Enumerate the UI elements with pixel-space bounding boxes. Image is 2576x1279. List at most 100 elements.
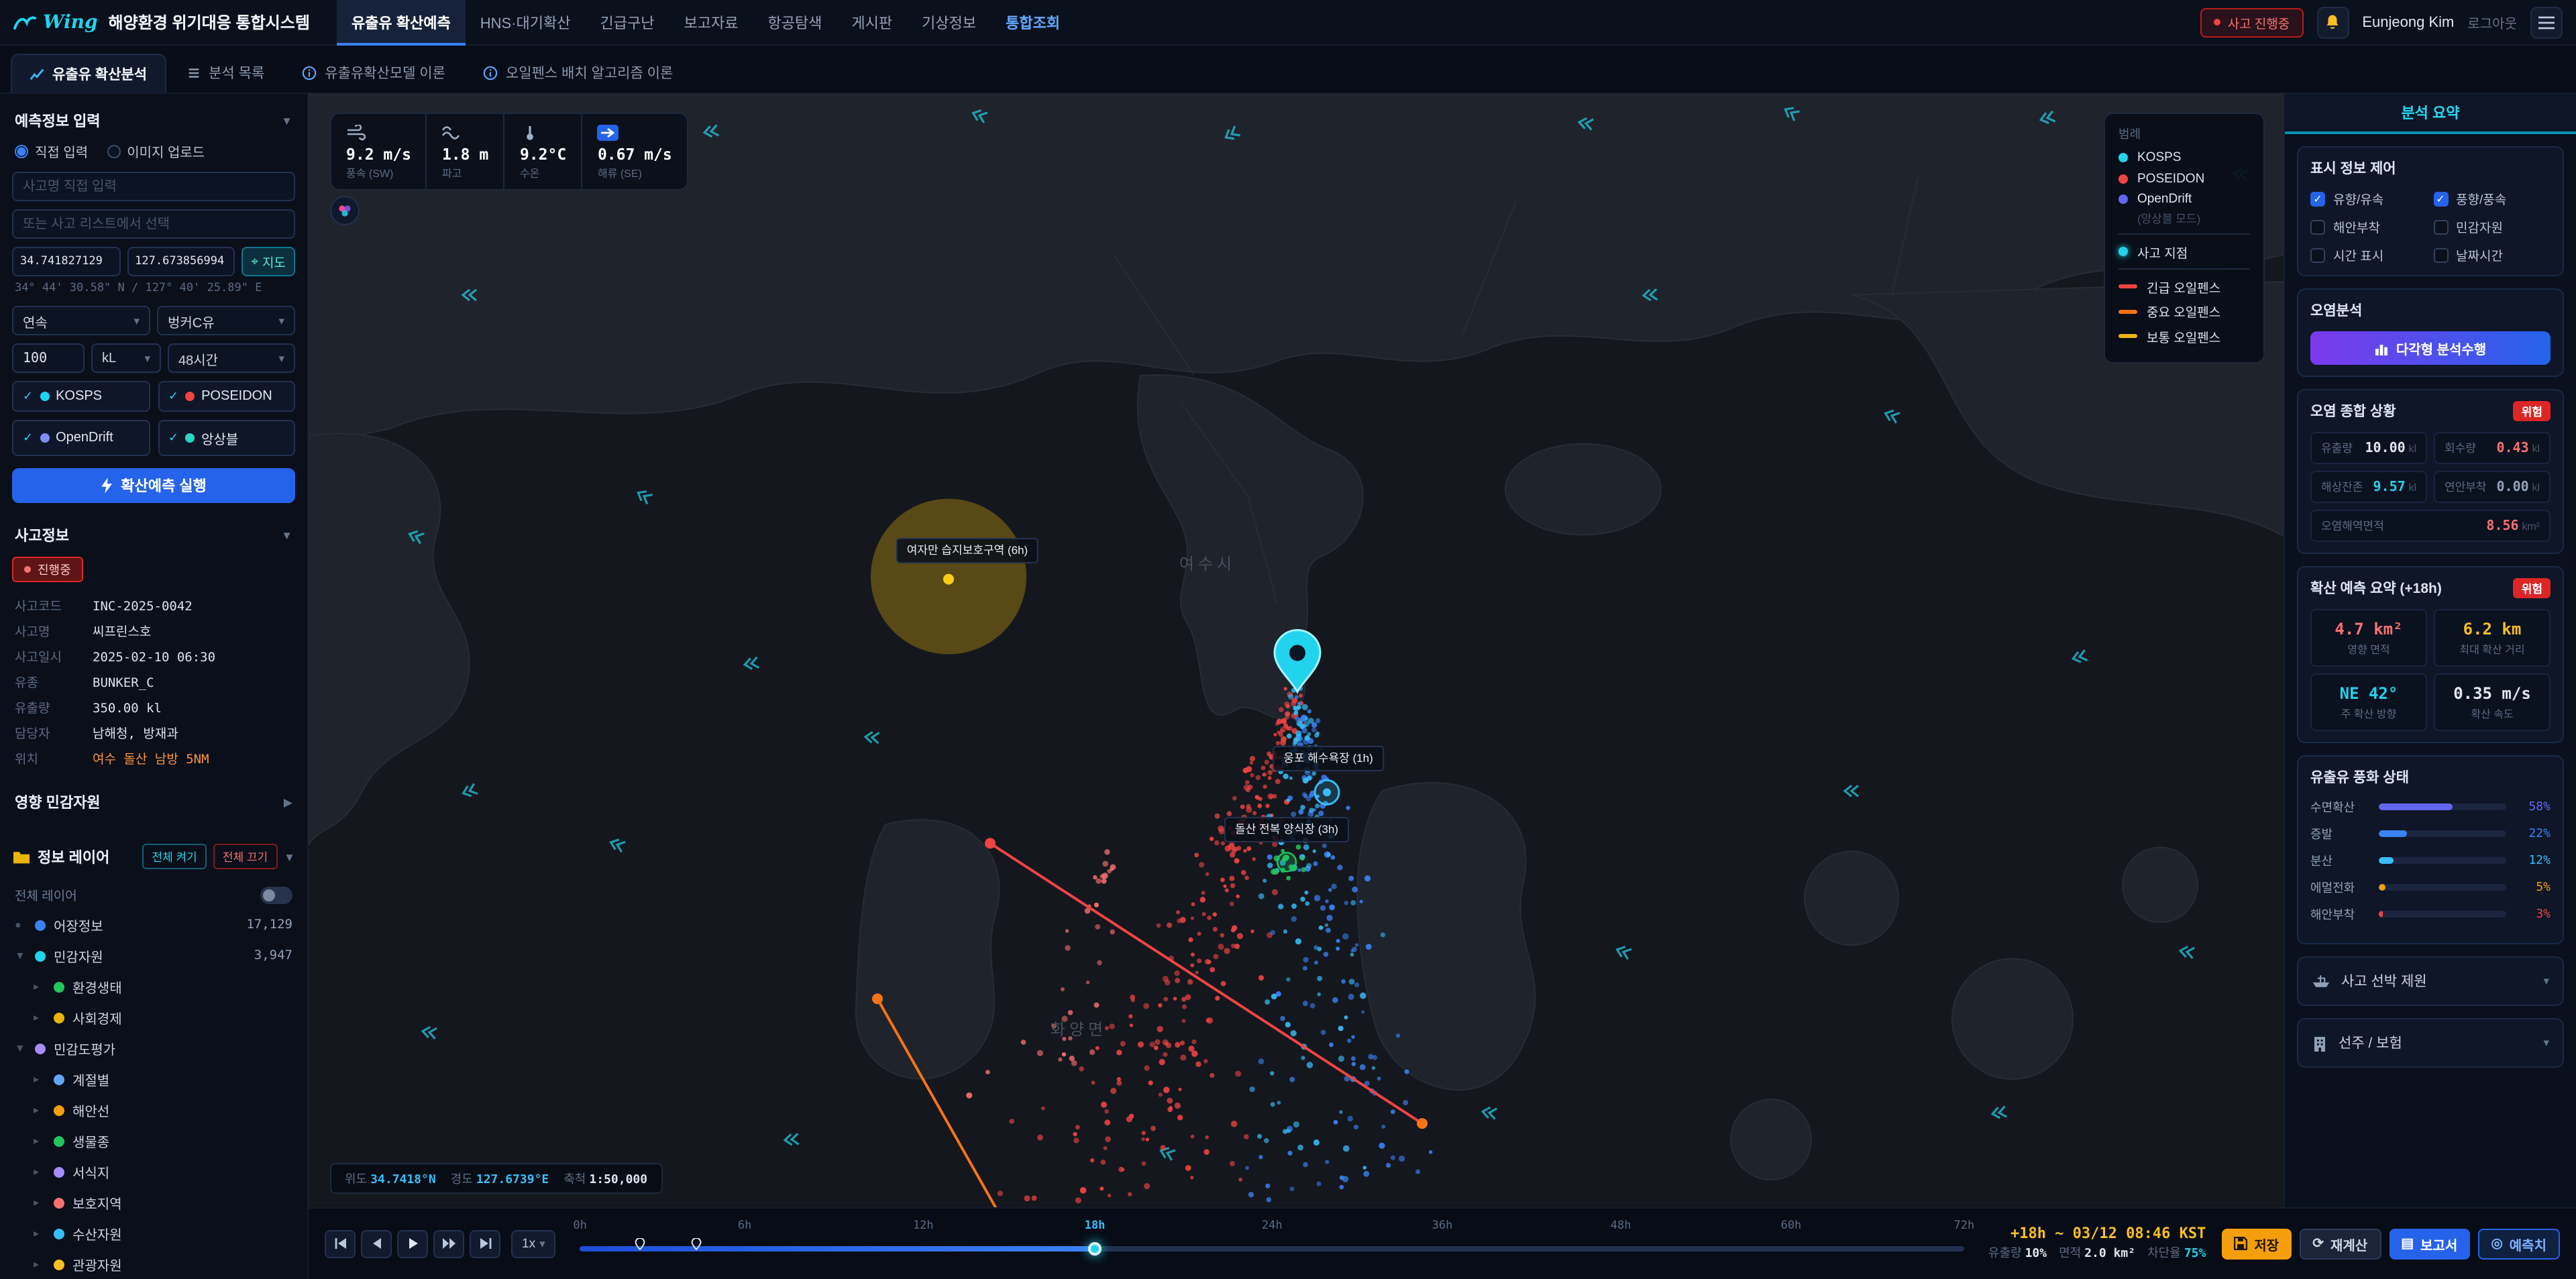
nav-item-2[interactable]: 긴급구난 — [586, 0, 669, 45]
timeline-tick-18h[interactable]: 18h — [1085, 1219, 1106, 1233]
chevron-right-icon: ▸ — [34, 1073, 46, 1085]
map-layers-button[interactable] — [330, 196, 360, 225]
latitude-input[interactable] — [12, 247, 120, 276]
owner-insurance-section[interactable]: 선주 / 보험 ▾ — [2297, 1018, 2564, 1068]
report-button[interactable]: ▤ 보고서 — [2389, 1228, 2469, 1259]
layers-all-on-button[interactable]: 전체 켜기 — [143, 844, 207, 869]
crosshair-icon: ⌖ — [251, 254, 258, 269]
layer-subitem-1-0[interactable]: ▸환경생태 — [12, 971, 295, 1002]
speed-button[interactable]: 1x▾ — [511, 1229, 556, 1258]
impact-resources-header[interactable]: 영향 민감자원 ▶ — [12, 786, 295, 822]
model-chip-kosps[interactable]: ✓KOSPS — [12, 381, 150, 412]
duration-select[interactable]: 48시간▾ — [168, 343, 295, 373]
timeline-tick-12h[interactable]: 12h — [913, 1219, 934, 1233]
run-prediction-button[interactable]: 확산예측 실행 — [12, 468, 295, 503]
map-pick-button[interactable]: ⌖지도 — [241, 247, 295, 276]
timeline-event-marker[interactable] — [691, 1233, 702, 1257]
nav-item-1[interactable]: HNS·대기확산 — [466, 0, 586, 45]
timeline-tick-48h[interactable]: 48h — [1611, 1219, 1631, 1233]
prediction-input-header[interactable]: 예측정보 입력 ▼ — [12, 105, 295, 141]
nav-item-0[interactable]: 유출유 확산예측 — [337, 0, 466, 45]
tab-3[interactable]: 오일펜스 배치 알고리즘 이론 — [466, 54, 690, 93]
master-layer-toggle[interactable] — [260, 886, 292, 903]
timeline-handle[interactable] — [1088, 1242, 1102, 1256]
vessel-spec-section[interactable]: 사고 선박 제원 ▾ — [2297, 956, 2564, 1006]
layer-item-0[interactable]: ●어장정보17,129 — [12, 909, 295, 940]
display-option-0[interactable]: ✓유향/유속 — [2310, 189, 2428, 208]
nav-item-6[interactable]: 기상정보 — [907, 0, 991, 45]
layer-subitem-1-1[interactable]: ▸사회경제 — [12, 1002, 295, 1033]
display-option-4[interactable]: 시간 표시 — [2310, 245, 2428, 264]
layer-item-1[interactable]: ▼민감자원3,947 — [12, 940, 295, 971]
incident-list-input[interactable] — [12, 209, 295, 239]
layers-all-off-button[interactable]: 전체 끄기 — [213, 844, 277, 869]
alert-dot — [2214, 19, 2221, 25]
fast-forward-button[interactable] — [433, 1229, 464, 1258]
save-button[interactable]: 저장 — [2222, 1228, 2291, 1259]
menu-button[interactable] — [2530, 6, 2563, 38]
step-back-button[interactable] — [361, 1229, 392, 1258]
model-chip-poseidon[interactable]: ✓POSEIDON — [158, 381, 295, 412]
tab-0[interactable]: 유출유 확산분석 — [11, 54, 166, 93]
nav-item-3[interactable]: 보고자료 — [669, 0, 753, 45]
wave-icon — [442, 125, 464, 141]
layer-subitem-2-6[interactable]: ▸관광자원 — [12, 1249, 295, 1279]
tab-analysis-summary[interactable]: 분석 요약 — [2285, 94, 2576, 134]
polygon-analysis-button[interactable]: 다각형 분석수행 — [2310, 331, 2551, 365]
unit-select[interactable]: kL▾ — [91, 343, 161, 373]
weathering-bar-4: 해안부착3% — [2310, 905, 2551, 923]
oil-type-select[interactable]: 벙커C유▾ — [157, 306, 295, 335]
display-option-5[interactable]: 날짜시간 — [2433, 245, 2551, 264]
layer-subitem-2-1[interactable]: ▸해안선 — [12, 1095, 295, 1125]
spill-type-select[interactable]: 연속▾ — [12, 306, 150, 335]
tab-1[interactable]: 분석 목록 — [168, 54, 282, 93]
display-option-2[interactable]: 해안부착 — [2310, 217, 2428, 236]
timeline-tick-6h[interactable]: 6h — [738, 1219, 752, 1233]
layer-subitem-2-5[interactable]: ▸수산자원 — [12, 1218, 295, 1249]
timeline-tick-24h[interactable]: 24h — [1262, 1219, 1283, 1233]
radio-direct-input[interactable]: 직접 입력 — [15, 141, 88, 161]
nav-item-5[interactable]: 게시판 — [837, 0, 907, 45]
incident-row: 사고명씨프린스호 — [12, 617, 295, 643]
radio-image-upload[interactable]: 이미지 업로드 — [107, 141, 205, 161]
incident-name-input[interactable] — [12, 172, 295, 201]
logout-link[interactable]: 로그아웃 — [2467, 12, 2517, 32]
app-root: Wing 해양환경 위기대응 통합시스템 유출유 확산예측HNS·대기확산긴급구… — [0, 0, 2576, 1279]
layer-subitem-2-0[interactable]: ▸계절별 — [12, 1064, 295, 1095]
map[interactable]: 9.2 m/s풍속 (SW)1.8 m파고9.2°C수온0.67 m/s해류 (… — [309, 94, 2284, 1207]
display-option-3[interactable]: 민감자원 — [2433, 217, 2551, 236]
amount-input[interactable] — [12, 343, 85, 373]
play-button[interactable] — [397, 1229, 428, 1258]
model-chip-앙상블[interactable]: ✓앙상블 — [158, 420, 295, 456]
timeline-tick-72h[interactable]: 72h — [1953, 1219, 1974, 1233]
longitude-input[interactable] — [127, 247, 235, 276]
beach-marker[interactable] — [1315, 780, 1339, 804]
nav-item-4[interactable]: 항공탐색 — [753, 0, 837, 45]
layer-item-2[interactable]: ▼민감도평가 — [12, 1033, 295, 1064]
incident-info-header[interactable]: 사고정보 ▼ — [12, 519, 295, 555]
map-annotation-1: 웅포 해수욕장 (1h) — [1273, 745, 1384, 771]
recalculate-button[interactable]: ⟳ 재계산 — [2299, 1228, 2381, 1259]
prediction-button[interactable]: ◎ 예측치 — [2477, 1228, 2560, 1259]
display-option-1[interactable]: ✓풍향/풍속 — [2433, 189, 2551, 208]
skip-end-button[interactable] — [470, 1229, 500, 1258]
timeline-event-marker[interactable] — [634, 1233, 645, 1257]
timeline-tick-36h[interactable]: 36h — [1432, 1219, 1453, 1233]
duration-value: 48시간 — [178, 348, 218, 368]
timeline-track[interactable] — [580, 1246, 1964, 1252]
layer-subitem-2-2[interactable]: ▸생물종 — [12, 1125, 295, 1156]
timeline-tick-60h[interactable]: 60h — [1781, 1219, 1802, 1233]
radio-image-label: 이미지 업로드 — [127, 141, 205, 161]
notifications-button[interactable] — [2316, 6, 2349, 38]
skip-start-button[interactable] — [325, 1229, 356, 1258]
layer-subitem-2-4[interactable]: ▸보호지역 — [12, 1187, 295, 1218]
nav-item-7[interactable]: 통합조회 — [991, 0, 1075, 45]
tab-2[interactable]: 유출유확산모델 이론 — [284, 54, 463, 93]
spill-type-value: 연속 — [23, 311, 48, 331]
timeline-tick-0h[interactable]: 0h — [573, 1219, 587, 1233]
legend-ensemble-note: (앙상블 모드) — [2137, 210, 2250, 226]
layer-subitem-2-3[interactable]: ▸서식지 — [12, 1156, 295, 1187]
model-chip-opendrift[interactable]: ✓OpenDrift — [12, 420, 150, 456]
thermometer-icon — [520, 125, 541, 141]
map-statusbar: 위도 34.7418°N 경도 127.6739°E 축척 1:50,000 — [330, 1162, 662, 1193]
